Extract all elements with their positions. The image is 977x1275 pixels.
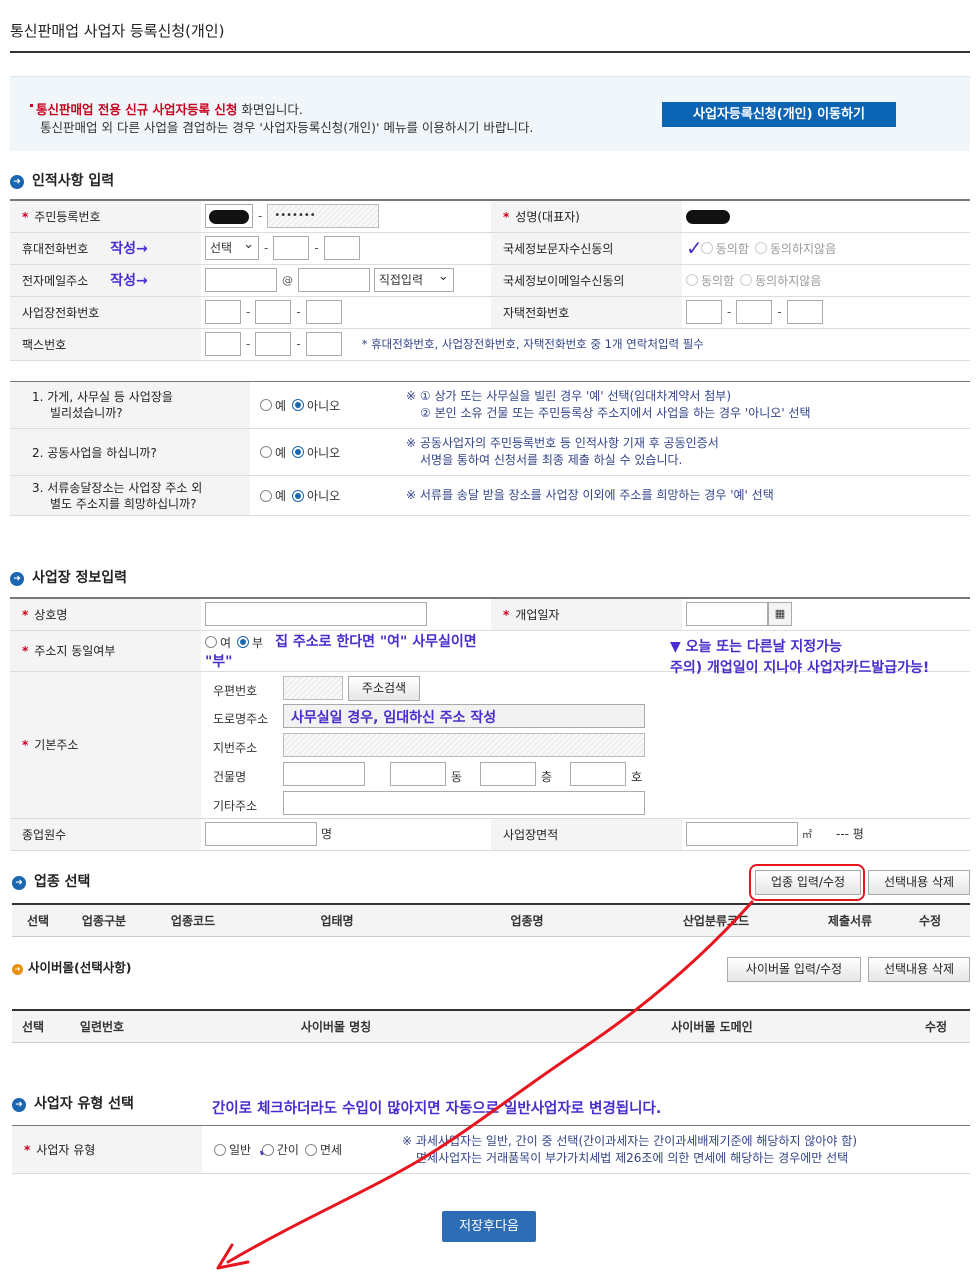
red-arrow-annotation: [216, 900, 754, 1270]
arrow-head: [216, 1243, 250, 1270]
arrow-line: [226, 900, 754, 1264]
